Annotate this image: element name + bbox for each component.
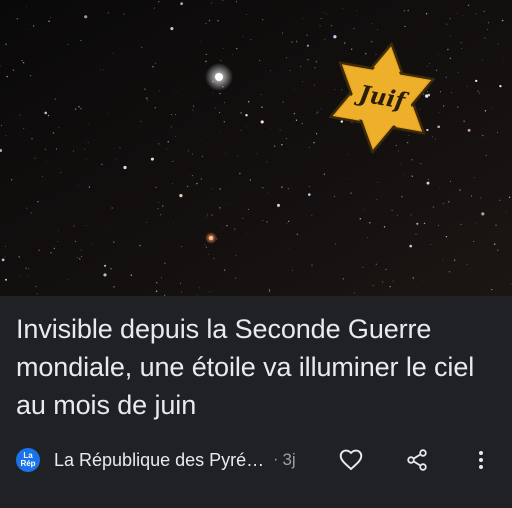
share-button[interactable]: [404, 447, 430, 473]
starry-sky-image: Juif: [0, 0, 512, 296]
more-options-button[interactable]: [468, 447, 494, 473]
article-image[interactable]: Juif: [0, 0, 512, 296]
publisher-logo[interactable]: La Rép: [16, 448, 40, 472]
heart-outline-icon: [339, 449, 363, 470]
meta-separator: ·: [273, 451, 279, 468]
article-age: 3j: [282, 450, 296, 469]
publisher-name[interactable]: La République des Pyré…: [54, 450, 264, 471]
like-button[interactable]: [338, 447, 364, 473]
share-icon: [407, 449, 427, 471]
publisher-logo-text: La Rép: [20, 451, 36, 468]
article-meta-row: La Rép La République des Pyré… · 3j: [16, 444, 496, 476]
article-title[interactable]: Invisible depuis la Seconde Guerre mondi…: [16, 310, 496, 424]
more-vertical-icon: [479, 451, 483, 469]
news-card[interactable]: Juif Invisible depuis la Seconde Guerre …: [0, 0, 512, 508]
